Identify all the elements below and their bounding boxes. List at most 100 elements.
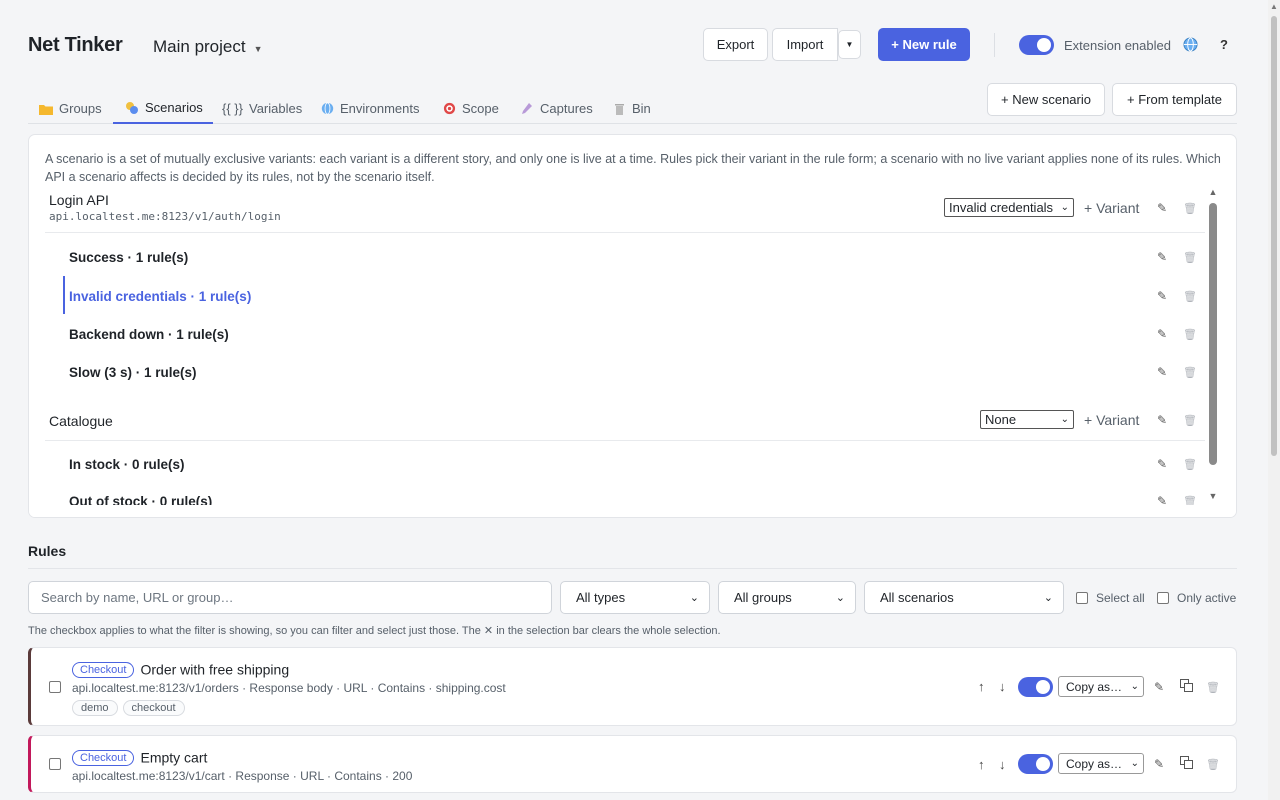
rules-search-input[interactable]: Search by name, URL or group… [28,581,552,614]
edit-icon[interactable]: ✎ [1155,201,1169,215]
rule-name[interactable]: Empty cart [140,750,207,766]
group-badge[interactable]: Checkout [72,749,135,766]
rule-row[interactable]: Checkout Order with free shipping api.loc… [28,647,1237,726]
globe-icon[interactable] [1183,37,1198,52]
rule-enabled-toggle[interactable] [1018,754,1053,774]
variant-item[interactable]: Backend down · 1 rule(s) [69,327,229,342]
rule-checkbox[interactable] [49,681,61,693]
target-icon [442,102,456,116]
scenarios-description: A scenario is a set of mutually exclusiv… [45,152,1221,184]
caret-down-icon: ▼ [253,44,263,54]
extension-toggle[interactable] [1019,35,1054,55]
project-switcher[interactable]: Main project ▼ [153,37,263,57]
page-scrollbar[interactable]: ▲ [1268,0,1280,800]
braces-icon: {{ }} [222,101,243,116]
duplicate-icon[interactable] [1179,755,1193,769]
masks-icon [125,101,139,115]
import-button[interactable]: Import [772,28,838,61]
trash-icon[interactable]: 🗑 [1183,327,1197,341]
scroll-down-icon[interactable]: ▼ [1207,491,1219,501]
edit-icon[interactable]: ✎ [1155,457,1169,471]
add-variant-button[interactable]: + Variant [1084,412,1139,428]
trash-icon[interactable]: 🗑 [1183,365,1197,379]
trash-icon[interactable]: 🗑 [1206,757,1220,771]
move-down-icon[interactable]: ↓ [999,679,1006,694]
edit-icon[interactable]: ✎ [1155,413,1169,427]
move-up-icon[interactable]: ↑ [978,679,985,694]
panel-scrollbar[interactable]: ▲ ▼ [1207,187,1219,505]
selected-variant: Invalid credentials [949,200,1054,215]
add-variant-button[interactable]: + Variant [1084,200,1139,216]
chevron-down-icon: ⌄ [1060,202,1069,213]
scrollbar-thumb[interactable] [1209,203,1217,465]
copy-as-select[interactable]: Copy as… ⌄ [1058,676,1144,697]
edit-icon[interactable]: ✎ [1152,680,1166,694]
scenario-filter-value: All scenarios [880,590,954,605]
tag[interactable]: demo [72,699,118,716]
edit-icon[interactable]: ✎ [1155,250,1169,264]
trash-icon[interactable]: 🗑 [1183,457,1197,471]
select-all-checkbox[interactable]: Select all [1076,591,1145,605]
help-button[interactable]: ? [1220,37,1228,52]
divider [45,232,1205,233]
rule-row[interactable]: Checkout Empty cart api.localtest.me:8123… [28,735,1237,793]
select-all-label: Select all [1096,591,1145,605]
from-template-button[interactable]: + From template [1112,83,1237,116]
tab-label: Variables [248,101,303,116]
scenario-filter-select[interactable]: All scenarios ⌄ [864,581,1064,614]
edit-icon[interactable]: ✎ [1155,289,1169,303]
scrollbar-thumb[interactable] [1271,16,1277,456]
tab-variables[interactable]: {{ }} Variables [222,93,302,124]
move-up-icon[interactable]: ↑ [978,757,985,772]
tab-groups[interactable]: Groups [39,93,102,124]
new-rule-button[interactable]: + New rule [878,28,970,61]
variant-item[interactable]: In stock · 0 rule(s) [69,457,185,472]
tab-label: Scope [462,101,499,116]
move-down-icon[interactable]: ↓ [999,757,1006,772]
rule-name[interactable]: Order with free shipping [140,662,289,678]
variant-item[interactable]: Success · 1 rule(s) [69,250,188,265]
extension-toggle-group[interactable]: Extension enabled [1019,35,1171,55]
chevron-down-icon: ⌄ [835,592,845,604]
tab-bin[interactable]: Bin [612,93,651,124]
copy-as-select[interactable]: Copy as… ⌄ [1058,753,1144,774]
import-options-button[interactable]: ▼ [838,30,861,59]
trash-icon[interactable]: 🗑 [1206,680,1220,694]
trash-icon[interactable]: 🗑 [1183,413,1197,427]
tab-environments[interactable]: Environments [320,93,419,124]
group-badge[interactable]: Checkout [72,661,135,678]
edit-icon[interactable]: ✎ [1155,327,1169,341]
tab-scenarios[interactable]: Scenarios [113,93,213,124]
duplicate-icon[interactable] [1179,678,1193,692]
trash-icon[interactable]: 🗑 [1183,289,1197,303]
tag[interactable]: checkout [122,699,185,716]
variant-item-active[interactable]: Invalid credentials · 1 rule(s) [69,289,251,304]
tab-scope[interactable]: Scope [442,93,499,124]
trash-icon[interactable]: 🗑 [1183,201,1197,215]
copy-as-label: Copy as… [1066,756,1123,771]
group-filter-select[interactable]: All groups ⌄ [718,581,856,614]
new-scenario-button[interactable]: + New scenario [987,83,1105,116]
checkbox[interactable] [1076,592,1088,604]
header-divider [994,33,995,57]
variant-item[interactable]: Slow (3 s) · 1 rule(s) [69,365,197,380]
trash-icon[interactable]: 🗑 [1183,250,1197,264]
rule-info: Checkout Order with free shipping api.loc… [72,661,506,716]
live-variant-select[interactable]: Invalid credentials ⌄ [944,198,1074,217]
edit-icon[interactable]: ✎ [1152,757,1166,771]
live-variant-select[interactable]: None ⌄ [980,410,1074,429]
chevron-down-icon: ⌄ [1060,414,1069,425]
type-filter-select[interactable]: All types ⌄ [560,581,710,614]
rule-checkbox[interactable] [49,758,61,770]
chevron-down-icon: ⌄ [689,592,699,604]
scroll-up-icon[interactable]: ▲ [1207,187,1219,197]
scroll-up-icon[interactable]: ▲ [1270,2,1278,11]
edit-icon[interactable]: ✎ [1155,365,1169,379]
divider [45,440,1205,441]
group-filter-value: All groups [734,590,792,605]
tab-captures[interactable]: Captures [520,93,593,124]
only-active-checkbox[interactable]: Only active [1157,591,1236,605]
export-button[interactable]: Export [703,28,768,61]
checkbox[interactable] [1157,592,1169,604]
rule-enabled-toggle[interactable] [1018,677,1053,697]
